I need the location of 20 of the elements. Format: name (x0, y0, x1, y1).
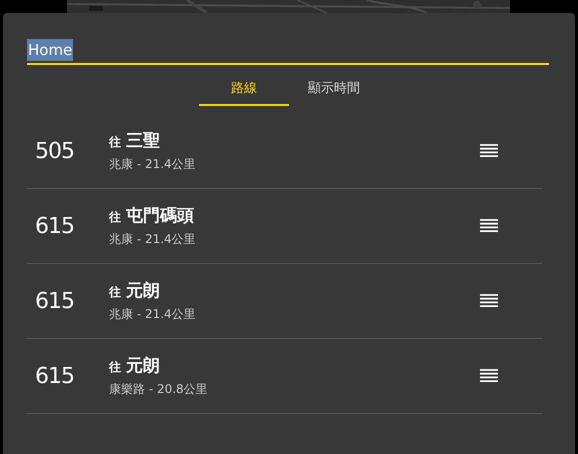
route-detail: 康樂路 - 20.8公里 (109, 381, 209, 398)
tab[interactable]: 路線 (199, 79, 289, 106)
route-destination: 往 三聖 (109, 130, 162, 152)
route-number: 505 (34, 138, 75, 164)
route-number: 615 (34, 288, 75, 314)
field-text: Home (27, 39, 74, 61)
route-detail: 兆康 - 21.4公里 (109, 306, 197, 323)
route-destination: 往 屯門碼頭 (109, 205, 196, 227)
menu-icon[interactable] (480, 219, 498, 233)
route-number: 615 (34, 214, 75, 238)
route-destination: 往 元朗 (109, 355, 162, 377)
route-number: 615 (34, 364, 75, 388)
route-detail: 兆康 - 21.4公里 (109, 156, 197, 173)
route-destination: 往 元朗 (109, 280, 162, 302)
menu-icon[interactable] (480, 369, 498, 383)
tab[interactable]: 顯示時間 (289, 79, 379, 106)
menu-icon[interactable] (480, 294, 498, 308)
route-detail: 兆康 - 21.4公里 (109, 231, 197, 248)
menu-icon[interactable] (480, 144, 498, 158)
input-field[interactable]: Home (27, 37, 549, 65)
